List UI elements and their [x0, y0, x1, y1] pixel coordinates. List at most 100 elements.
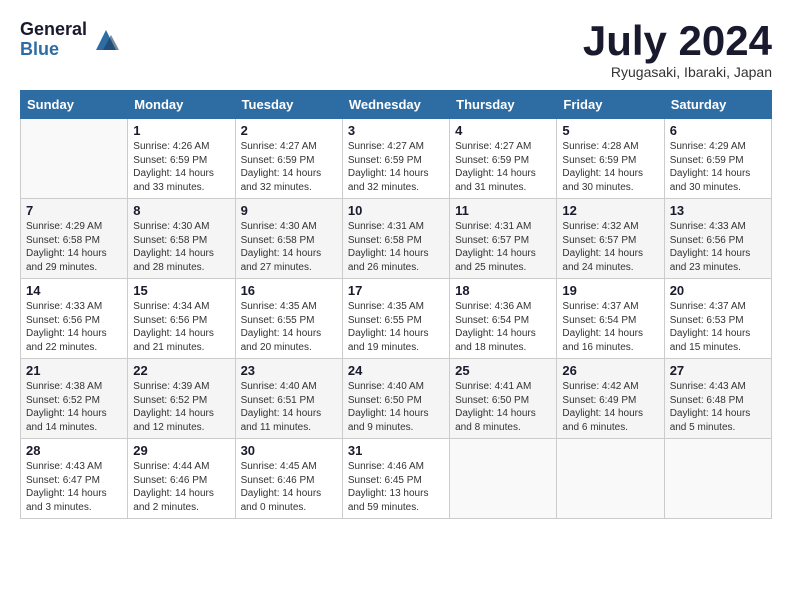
day-info: Sunrise: 4:42 AM Sunset: 6:49 PM Dayligh… [562, 380, 658, 434]
day-info: Sunrise: 4:31 AM Sunset: 6:58 PM Dayligh… [348, 220, 444, 274]
calendar-header-row: SundayMondayTuesdayWednesdayThursdayFrid… [21, 91, 772, 119]
day-number: 10 [348, 203, 444, 218]
day-info: Sunrise: 4:27 AM Sunset: 6:59 PM Dayligh… [348, 140, 444, 194]
day-info: Sunrise: 4:35 AM Sunset: 6:55 PM Dayligh… [241, 300, 337, 354]
day-number: 12 [562, 203, 658, 218]
day-number: 5 [562, 123, 658, 138]
weekday-header: Sunday [21, 91, 128, 119]
day-number: 13 [670, 203, 766, 218]
day-number: 21 [26, 363, 122, 378]
calendar-day-cell: 29 Sunrise: 4:44 AM Sunset: 6:46 PM Dayli… [128, 439, 235, 519]
calendar-day-cell: 2 Sunrise: 4:27 AM Sunset: 6:59 PM Daylig… [235, 119, 342, 199]
calendar-day-cell: 14 Sunrise: 4:33 AM Sunset: 6:56 PM Dayli… [21, 279, 128, 359]
calendar-week-row: 14 Sunrise: 4:33 AM Sunset: 6:56 PM Dayli… [21, 279, 772, 359]
day-number: 22 [133, 363, 229, 378]
day-info: Sunrise: 4:35 AM Sunset: 6:55 PM Dayligh… [348, 300, 444, 354]
day-number: 28 [26, 443, 122, 458]
calendar-day-cell: 23Sunrise: 4:40 AM Sunset: 6:51 PM Dayli… [235, 359, 342, 439]
day-info: Sunrise: 4:43 AM Sunset: 6:47 PM Dayligh… [26, 460, 122, 514]
logo-icon [91, 25, 121, 55]
calendar-day-cell: 11 Sunrise: 4:31 AM Sunset: 6:57 PM Dayli… [450, 199, 557, 279]
day-info: Sunrise: 4:39 AM Sunset: 6:52 PM Dayligh… [133, 380, 229, 434]
calendar-day-cell: 18 Sunrise: 4:36 AM Sunset: 6:54 PM Dayli… [450, 279, 557, 359]
calendar-day-cell: 28 Sunrise: 4:43 AM Sunset: 6:47 PM Dayli… [21, 439, 128, 519]
calendar-day-cell: 24Sunrise: 4:40 AM Sunset: 6:50 PM Dayli… [342, 359, 449, 439]
day-info: Sunrise: 4:44 AM Sunset: 6:46 PM Dayligh… [133, 460, 229, 514]
calendar-table: SundayMondayTuesdayWednesdayThursdayFrid… [20, 90, 772, 519]
day-number: 6 [670, 123, 766, 138]
day-number: 18 [455, 283, 551, 298]
location: Ryugasaki, Ibaraki, Japan [583, 64, 772, 80]
calendar-day-cell: 8 Sunrise: 4:30 AM Sunset: 6:58 PM Daylig… [128, 199, 235, 279]
calendar-day-cell: 21Sunrise: 4:38 AM Sunset: 6:52 PM Dayli… [21, 359, 128, 439]
logo-general: General [20, 20, 87, 40]
day-number: 7 [26, 203, 122, 218]
calendar-day-cell: 3 Sunrise: 4:27 AM Sunset: 6:59 PM Daylig… [342, 119, 449, 199]
title-block: July 2024 Ryugasaki, Ibaraki, Japan [583, 20, 772, 80]
day-number: 19 [562, 283, 658, 298]
calendar-week-row: 1Sunrise: 4:26 AM Sunset: 6:59 PM Daylig… [21, 119, 772, 199]
day-number: 27 [670, 363, 766, 378]
calendar-day-cell: 26 Sunrise: 4:42 AM Sunset: 6:49 PM Dayli… [557, 359, 664, 439]
day-number: 17 [348, 283, 444, 298]
day-info: Sunrise: 4:37 AM Sunset: 6:53 PM Dayligh… [670, 300, 766, 354]
calendar-day-cell [664, 439, 771, 519]
month-title: July 2024 [583, 20, 772, 62]
day-info: Sunrise: 4:40 AM Sunset: 6:50 PM Dayligh… [348, 380, 444, 434]
logo: General Blue [20, 20, 121, 60]
calendar-day-cell: 22 Sunrise: 4:39 AM Sunset: 6:52 PM Dayli… [128, 359, 235, 439]
calendar-day-cell: 9Sunrise: 4:30 AM Sunset: 6:58 PM Daylig… [235, 199, 342, 279]
calendar-week-row: 21Sunrise: 4:38 AM Sunset: 6:52 PM Dayli… [21, 359, 772, 439]
day-number: 8 [133, 203, 229, 218]
day-number: 15 [133, 283, 229, 298]
day-info: Sunrise: 4:40 AM Sunset: 6:51 PM Dayligh… [241, 380, 337, 434]
calendar-day-cell: 7 Sunrise: 4:29 AM Sunset: 6:58 PM Daylig… [21, 199, 128, 279]
calendar-day-cell: 17 Sunrise: 4:35 AM Sunset: 6:55 PM Dayli… [342, 279, 449, 359]
calendar-day-cell [450, 439, 557, 519]
day-number: 26 [562, 363, 658, 378]
day-info: Sunrise: 4:33 AM Sunset: 6:56 PM Dayligh… [670, 220, 766, 274]
calendar-day-cell: 12 Sunrise: 4:32 AM Sunset: 6:57 PM Dayli… [557, 199, 664, 279]
calendar-day-cell: 20 Sunrise: 4:37 AM Sunset: 6:53 PM Dayli… [664, 279, 771, 359]
day-info: Sunrise: 4:26 AM Sunset: 6:59 PM Dayligh… [133, 140, 229, 194]
day-number: 4 [455, 123, 551, 138]
day-number: 3 [348, 123, 444, 138]
day-number: 14 [26, 283, 122, 298]
day-info: Sunrise: 4:30 AM Sunset: 6:58 PM Dayligh… [133, 220, 229, 274]
calendar-week-row: 28 Sunrise: 4:43 AM Sunset: 6:47 PM Dayli… [21, 439, 772, 519]
day-number: 29 [133, 443, 229, 458]
day-info: Sunrise: 4:43 AM Sunset: 6:48 PM Dayligh… [670, 380, 766, 434]
day-number: 25 [455, 363, 551, 378]
day-number: 30 [241, 443, 337, 458]
calendar-day-cell: 6 Sunrise: 4:29 AM Sunset: 6:59 PM Daylig… [664, 119, 771, 199]
day-info: Sunrise: 4:29 AM Sunset: 6:59 PM Dayligh… [670, 140, 766, 194]
calendar-day-cell: 15 Sunrise: 4:34 AM Sunset: 6:56 PM Dayli… [128, 279, 235, 359]
day-info: Sunrise: 4:31 AM Sunset: 6:57 PM Dayligh… [455, 220, 551, 274]
day-info: Sunrise: 4:30 AM Sunset: 6:58 PM Dayligh… [241, 220, 337, 274]
day-number: 11 [455, 203, 551, 218]
calendar-day-cell: 4Sunrise: 4:27 AM Sunset: 6:59 PM Daylig… [450, 119, 557, 199]
day-number: 2 [241, 123, 337, 138]
calendar-day-cell: 10 Sunrise: 4:31 AM Sunset: 6:58 PM Dayli… [342, 199, 449, 279]
day-info: Sunrise: 4:27 AM Sunset: 6:59 PM Dayligh… [241, 140, 337, 194]
day-info: Sunrise: 4:34 AM Sunset: 6:56 PM Dayligh… [133, 300, 229, 354]
day-info: Sunrise: 4:29 AM Sunset: 6:58 PM Dayligh… [26, 220, 122, 274]
day-info: Sunrise: 4:33 AM Sunset: 6:56 PM Dayligh… [26, 300, 122, 354]
weekday-header: Wednesday [342, 91, 449, 119]
day-info: Sunrise: 4:36 AM Sunset: 6:54 PM Dayligh… [455, 300, 551, 354]
day-number: 20 [670, 283, 766, 298]
calendar-day-cell: 31Sunrise: 4:46 AM Sunset: 6:45 PM Dayli… [342, 439, 449, 519]
day-number: 16 [241, 283, 337, 298]
calendar-day-cell: 30 Sunrise: 4:45 AM Sunset: 6:46 PM Dayli… [235, 439, 342, 519]
calendar-day-cell [21, 119, 128, 199]
page-header: General Blue July 2024 Ryugasaki, Ibarak… [20, 20, 772, 80]
day-info: Sunrise: 4:32 AM Sunset: 6:57 PM Dayligh… [562, 220, 658, 274]
weekday-header: Thursday [450, 91, 557, 119]
weekday-header: Friday [557, 91, 664, 119]
day-info: Sunrise: 4:28 AM Sunset: 6:59 PM Dayligh… [562, 140, 658, 194]
calendar-week-row: 7 Sunrise: 4:29 AM Sunset: 6:58 PM Daylig… [21, 199, 772, 279]
day-info: Sunrise: 4:45 AM Sunset: 6:46 PM Dayligh… [241, 460, 337, 514]
logo-blue: Blue [20, 40, 87, 60]
calendar-day-cell [557, 439, 664, 519]
calendar-day-cell: 19Sunrise: 4:37 AM Sunset: 6:54 PM Dayli… [557, 279, 664, 359]
